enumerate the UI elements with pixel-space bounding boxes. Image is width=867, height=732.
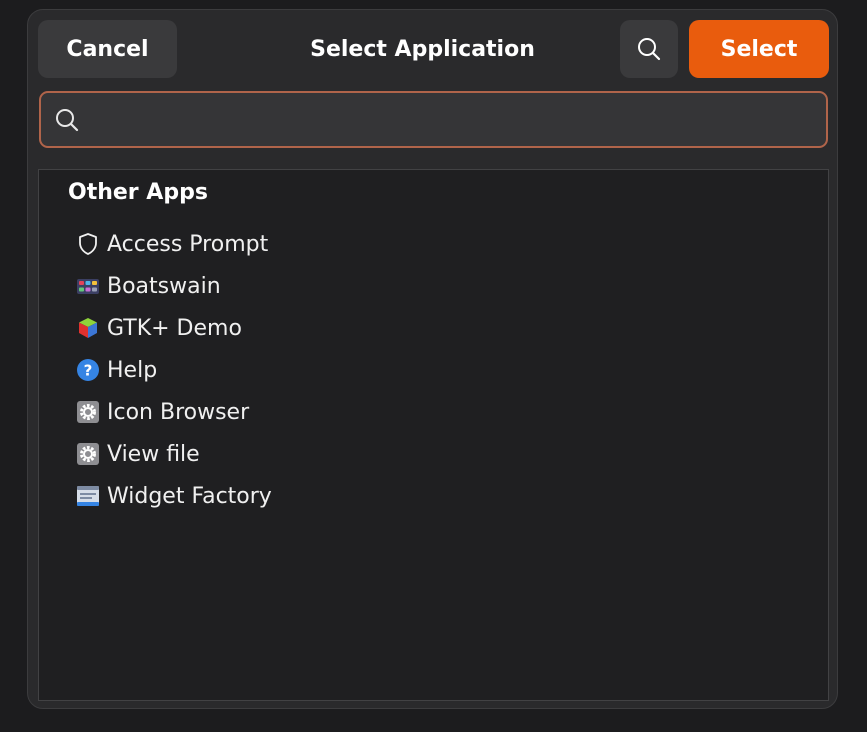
header-bar: Cancel Select Application Select <box>28 10 837 88</box>
list-item-label: Help <box>107 357 158 383</box>
list-item-label: Widget Factory <box>107 483 272 509</box>
gear-icon <box>75 399 101 425</box>
list-item-boatswain[interactable]: Boatswain <box>75 265 272 307</box>
select-application-dialog: Cancel Select Application Select Other A… <box>27 9 838 709</box>
list-item-icon-browser[interactable]: Icon Browser <box>75 391 272 433</box>
search-entry[interactable] <box>39 91 828 148</box>
widget-factory-icon <box>75 483 101 509</box>
list-item-help[interactable]: ? Help <box>75 349 272 391</box>
dialog-title: Select Application <box>310 36 535 62</box>
svg-text:?: ? <box>84 362 93 380</box>
search-toggle-button[interactable] <box>620 20 678 78</box>
list-item-label: Icon Browser <box>107 399 250 425</box>
shield-icon <box>75 231 101 257</box>
search-icon <box>638 38 661 61</box>
list-item-label: GTK+ Demo <box>107 315 242 341</box>
gear-icon <box>75 441 101 467</box>
list-item-gtk-demo[interactable]: GTK+ Demo <box>75 307 272 349</box>
search-icon <box>56 109 79 132</box>
gtk-cube-icon <box>75 315 101 341</box>
list-item-access-prompt[interactable]: Access Prompt <box>75 223 272 265</box>
list-item-view-file[interactable]: View file <box>75 433 272 475</box>
app-list-pane: Other Apps Access Prompt Boatswain GTK+ … <box>38 169 829 701</box>
section-title: Other Apps <box>68 180 208 205</box>
app-list: Access Prompt Boatswain GTK+ Demo ? Help… <box>75 223 272 517</box>
cancel-button[interactable]: Cancel <box>38 20 177 78</box>
search-input[interactable] <box>93 93 816 148</box>
list-item-widget-factory[interactable]: Widget Factory <box>75 475 272 517</box>
boatswain-icon <box>75 273 101 299</box>
list-item-label: View file <box>107 441 200 467</box>
select-button[interactable]: Select <box>689 20 829 78</box>
help-icon: ? <box>75 357 101 383</box>
list-item-label: Boatswain <box>107 273 221 299</box>
list-item-label: Access Prompt <box>107 231 269 257</box>
